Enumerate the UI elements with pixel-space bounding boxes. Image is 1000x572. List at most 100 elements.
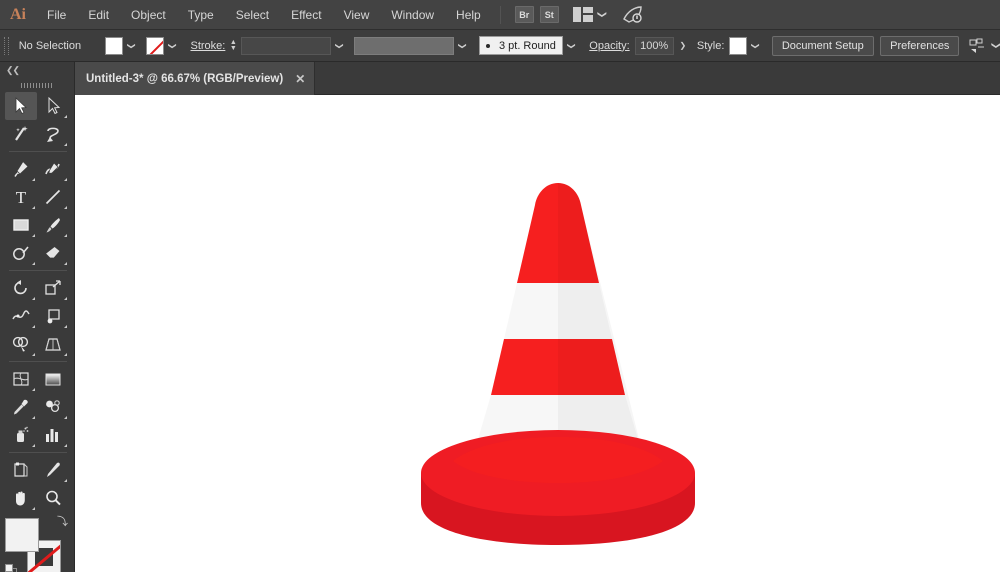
free-transform-tool[interactable] xyxy=(37,302,69,330)
lasso-tool[interactable] xyxy=(37,120,69,148)
opacity-chevron-icon[interactable]: ❯ xyxy=(676,37,690,55)
tool-group-indicator xyxy=(32,507,35,510)
tool-divider xyxy=(9,270,67,271)
tool-group-indicator xyxy=(32,297,35,300)
mesh-tool[interactable] xyxy=(5,365,37,393)
default-fill-stroke-icon[interactable] xyxy=(5,564,18,572)
rotate-tool[interactable] xyxy=(5,274,37,302)
fill-color-swatch[interactable] xyxy=(105,37,123,55)
curvature-tool[interactable] xyxy=(37,155,69,183)
scale-tool[interactable] xyxy=(37,274,69,302)
type-tool[interactable]: T xyxy=(5,183,37,211)
hand-tool[interactable] xyxy=(5,484,37,512)
artboard-tool[interactable] xyxy=(5,456,37,484)
menu-file[interactable]: File xyxy=(36,0,77,30)
slice-tool[interactable] xyxy=(37,456,69,484)
menu-edit[interactable]: Edit xyxy=(77,0,120,30)
rectangle-tool[interactable] xyxy=(5,211,37,239)
stroke-label[interactable]: Stroke: xyxy=(191,40,226,52)
tool-group-indicator xyxy=(64,479,67,482)
menu-view[interactable]: View xyxy=(333,0,381,30)
stroke-chevron-down-icon[interactable]: ❯ xyxy=(164,39,182,53)
opacity-input[interactable]: 100% xyxy=(635,37,674,55)
menu-help[interactable]: Help xyxy=(445,0,492,30)
stock-button[interactable]: St xyxy=(540,6,559,23)
tool-group-indicator xyxy=(32,178,35,181)
tool-group-indicator xyxy=(32,444,35,447)
menu-select[interactable]: Select xyxy=(225,0,280,30)
direct-selection-tool[interactable] xyxy=(37,92,69,120)
tool-grid: T xyxy=(0,92,75,512)
stroke-color-swatch[interactable] xyxy=(146,37,164,55)
eyedropper-tool[interactable] xyxy=(5,393,37,421)
align-panel-icon[interactable] xyxy=(969,38,987,54)
align-chevron-down-icon[interactable]: ❯ xyxy=(992,42,1000,50)
stroke-profile-field[interactable] xyxy=(354,37,455,55)
selection-tool[interactable] xyxy=(5,92,37,120)
perspective-grid-tool[interactable] xyxy=(37,330,69,358)
tool-group-indicator xyxy=(32,234,35,237)
shaper-tool[interactable] xyxy=(5,239,37,267)
zoom-tool[interactable] xyxy=(37,484,69,512)
style-chevron-down-icon[interactable]: ❯ xyxy=(747,39,765,53)
workspace-switcher-icon[interactable] xyxy=(621,5,645,25)
close-icon[interactable]: ✕ xyxy=(295,73,305,85)
preferences-button[interactable]: Preferences xyxy=(880,36,959,56)
blend-tool[interactable] xyxy=(37,393,69,421)
tool-group-indicator xyxy=(64,143,67,146)
shape-builder-tool[interactable] xyxy=(5,330,37,358)
paintbrush-tool[interactable] xyxy=(37,211,69,239)
menu-effect[interactable]: Effect xyxy=(280,0,332,30)
arrange-documents-icon[interactable] xyxy=(573,7,593,22)
tool-divider xyxy=(9,361,67,362)
width-tool[interactable] xyxy=(5,302,37,330)
tool-group-indicator xyxy=(64,178,67,181)
stroke-weight-stepper[interactable]: ▲▼ xyxy=(228,37,238,55)
menu-window[interactable]: Window xyxy=(380,0,445,30)
document-tab-title: Untitled-3* @ 66.67% (RGB/Preview) xyxy=(86,73,283,85)
grip-dots-icon xyxy=(21,83,53,88)
opacity-label[interactable]: Opacity: xyxy=(589,40,629,52)
menu-bar: Ai File Edit Object Type Select Effect V… xyxy=(0,0,1000,30)
brush-definition-combo[interactable]: 3 pt. Round xyxy=(479,36,563,55)
brush-preview-icon xyxy=(486,44,490,48)
document-tab-strip: Untitled-3* @ 66.67% (RGB/Preview) ✕ xyxy=(0,62,1000,95)
eraser-tool[interactable] xyxy=(37,239,69,267)
tool-group-indicator xyxy=(64,297,67,300)
document-tab[interactable]: Untitled-3* @ 66.67% (RGB/Preview) ✕ xyxy=(75,62,315,95)
swap-fill-stroke-icon[interactable]: ⤵ xyxy=(57,516,71,530)
document-setup-button[interactable]: Document Setup xyxy=(772,36,874,56)
arrange-chevron-down-icon[interactable]: ❯ xyxy=(597,11,606,19)
pen-tool[interactable] xyxy=(5,155,37,183)
line-segment-tool[interactable] xyxy=(37,183,69,211)
stroke-profile-chevron-down-icon[interactable]: ❯ xyxy=(454,39,472,53)
fill-swatch-large[interactable] xyxy=(5,518,39,552)
tool-group-indicator xyxy=(64,115,67,118)
tool-group-indicator xyxy=(64,416,67,419)
collapse-panel-icon[interactable]: ❮❮ xyxy=(6,65,19,76)
brush-definition-label: 3 pt. Round xyxy=(499,40,556,52)
column-graph-tool[interactable] xyxy=(37,421,69,449)
cone-shading xyxy=(558,183,645,463)
control-bar-grip[interactable] xyxy=(4,37,9,55)
stroke-weight-field[interactable] xyxy=(241,37,331,55)
symbol-sprayer-tool[interactable] xyxy=(5,421,37,449)
illustrator-window: Ai File Edit Object Type Select Effect V… xyxy=(0,0,1000,572)
bridge-button[interactable]: Br xyxy=(515,6,534,23)
brush-chevron-down-icon[interactable]: ❯ xyxy=(563,39,581,53)
graphic-style-swatch[interactable] xyxy=(729,37,747,55)
traffic-cone-artwork[interactable] xyxy=(413,173,703,553)
tool-group-indicator xyxy=(32,388,35,391)
stroke-weight-chevron-down-icon[interactable]: ❯ xyxy=(331,39,349,53)
artboard-canvas[interactable] xyxy=(75,95,1000,572)
magic-wand-tool[interactable] xyxy=(5,120,37,148)
tools-panel: ❮❮ xyxy=(0,62,75,572)
fill-chevron-down-icon[interactable]: ❯ xyxy=(123,39,141,53)
menu-type[interactable]: Type xyxy=(177,0,225,30)
tool-group-indicator xyxy=(32,416,35,419)
gradient-tool[interactable] xyxy=(37,365,69,393)
tools-panel-grip[interactable] xyxy=(0,78,74,92)
tools-panel-header: ❮❮ xyxy=(0,62,74,78)
fill-stroke-indicator: ⤵ xyxy=(5,518,71,572)
menu-object[interactable]: Object xyxy=(120,0,177,30)
